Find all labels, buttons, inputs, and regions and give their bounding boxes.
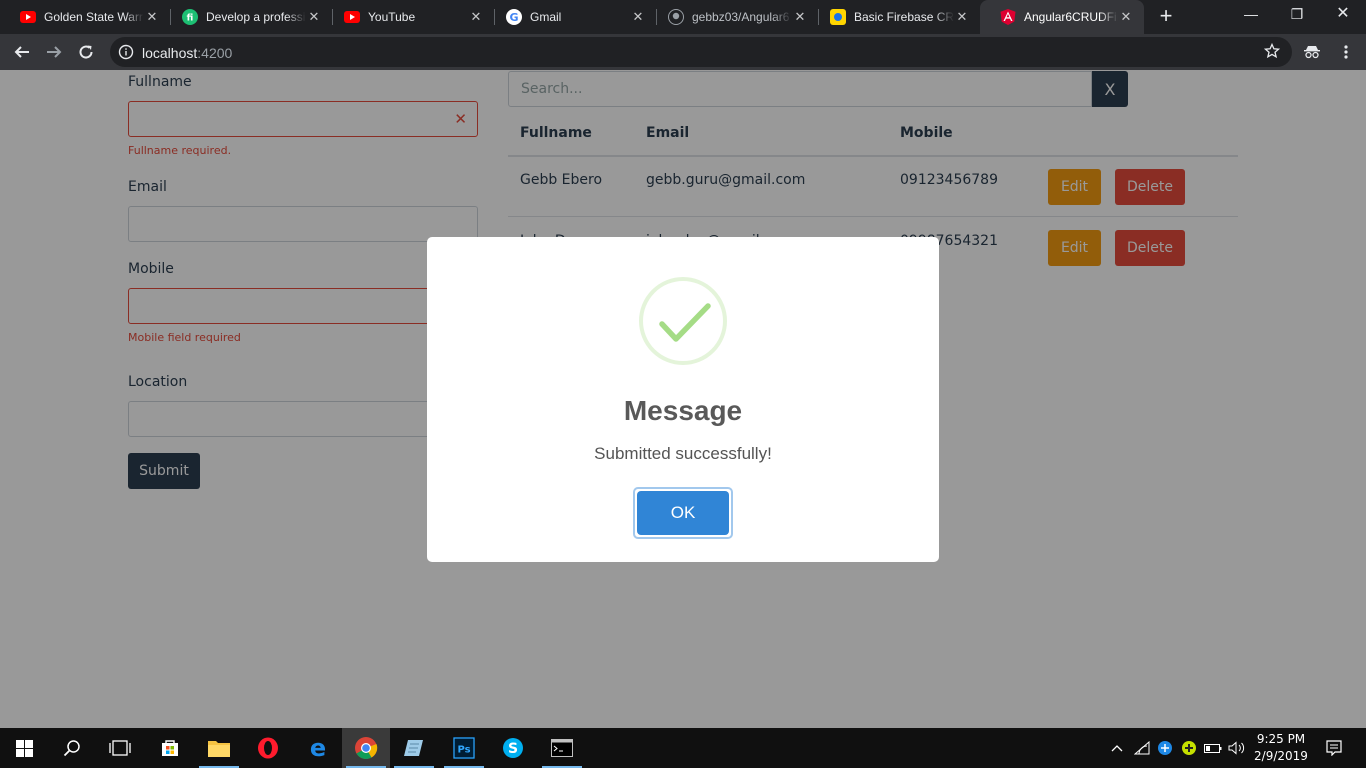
- minimize-icon[interactable]: —: [1228, 0, 1274, 30]
- clock-date: 2/9/2019: [1254, 749, 1308, 763]
- url-text: localhost:4200: [142, 45, 232, 61]
- youtube-icon: [20, 9, 36, 25]
- tab-title: Angular6CRUDFirebase: [1024, 10, 1118, 24]
- browser-toolbar: localhost:4200: [0, 34, 1366, 70]
- windows-taskbar: e Ps S 9:25 PM 2/9/2019: [0, 728, 1366, 768]
- success-check-icon: [639, 277, 727, 365]
- fiverr-icon: fi: [182, 9, 198, 25]
- tab-gmail[interactable]: G Gmail ✕: [486, 0, 656, 34]
- restore-icon[interactable]: ❐: [1274, 0, 1320, 30]
- svg-text:Ps: Ps: [457, 745, 470, 756]
- ok-button[interactable]: OK: [633, 487, 733, 539]
- window-close-icon[interactable]: ✕: [1320, 0, 1366, 30]
- address-bar[interactable]: localhost:4200: [110, 37, 1292, 67]
- success-dialog: Message Submitted successfully! OK: [427, 237, 939, 562]
- network-icon[interactable]: [1132, 728, 1152, 768]
- dialog-title: Message: [623, 395, 743, 426]
- tab-angular-active[interactable]: Angular6CRUDFirebase ✕: [980, 0, 1144, 34]
- tab-title: gebbz03/Angular6: [692, 10, 790, 24]
- file-explorer-icon[interactable]: [195, 728, 243, 768]
- notifications-icon[interactable]: [1322, 728, 1346, 768]
- skype-icon[interactable]: S: [489, 728, 537, 768]
- back-icon[interactable]: [8, 38, 36, 66]
- svg-text:e: e: [310, 737, 326, 759]
- new-tab-button[interactable]: +: [1154, 4, 1178, 28]
- tab-title: Basic Firebase CRUD: [854, 10, 954, 24]
- edge-icon[interactable]: e: [294, 728, 342, 768]
- battery-icon[interactable]: [1203, 728, 1223, 768]
- close-icon[interactable]: ✕: [468, 9, 484, 25]
- bookmark-star-icon[interactable]: [1263, 42, 1281, 64]
- opera-icon[interactable]: [244, 728, 292, 768]
- firebase-icon: [830, 9, 846, 25]
- photoshop-icon[interactable]: Ps: [440, 728, 488, 768]
- youtube-icon: [344, 9, 360, 25]
- svg-text:G: G: [509, 11, 518, 24]
- github-icon: [668, 9, 684, 25]
- volume-icon[interactable]: [1227, 728, 1247, 768]
- close-icon[interactable]: ✕: [306, 9, 322, 25]
- url-port: :4200: [197, 45, 233, 61]
- info-icon[interactable]: [118, 44, 134, 60]
- close-icon[interactable]: ✕: [144, 9, 160, 25]
- dialog-message: Submitted successfully!: [594, 444, 772, 463]
- status-tray-icon[interactable]: [1179, 728, 1199, 768]
- tab-github[interactable]: gebbz03/Angular6 ✕: [648, 0, 818, 34]
- task-view-icon[interactable]: [96, 728, 144, 768]
- tab-firebase[interactable]: Basic Firebase CRUD ✕: [810, 0, 980, 34]
- terminal-icon[interactable]: [538, 728, 586, 768]
- tab-youtube[interactable]: YouTube ✕: [324, 0, 494, 34]
- tab-develop[interactable]: fi Develop a professional ✕: [162, 0, 332, 34]
- tab-golden-state[interactable]: Golden State Warriors ✕: [0, 0, 170, 34]
- tab-title: Golden State Warriors: [44, 10, 144, 24]
- clock[interactable]: 9:25 PM 2/9/2019: [1250, 731, 1312, 765]
- tab-title: Gmail: [530, 10, 562, 24]
- close-icon[interactable]: ✕: [792, 9, 808, 25]
- close-icon[interactable]: ✕: [954, 9, 970, 25]
- windows-start-icon[interactable]: [0, 728, 48, 768]
- store-icon[interactable]: [146, 728, 194, 768]
- clock-time: 9:25 PM: [1256, 732, 1306, 746]
- url-host: localhost: [142, 45, 198, 61]
- more-menu-icon[interactable]: [1332, 38, 1360, 66]
- ok-button-label: OK: [637, 491, 729, 535]
- close-icon[interactable]: ✕: [630, 9, 646, 25]
- vpn-shield-icon[interactable]: [1155, 728, 1175, 768]
- close-icon[interactable]: ✕: [1118, 9, 1134, 25]
- notes-app-icon[interactable]: [390, 728, 438, 768]
- incognito-icon[interactable]: [1298, 38, 1326, 66]
- chevron-up-icon[interactable]: [1108, 728, 1126, 768]
- google-icon: G: [506, 9, 522, 25]
- chrome-icon[interactable]: [342, 728, 390, 768]
- svg-text:fi: fi: [187, 14, 194, 24]
- tab-title: YouTube: [368, 10, 416, 24]
- angular-icon: [1000, 9, 1016, 25]
- browser-tab-strip: Golden State Warriors ✕ fi Develop a pro…: [0, 0, 1366, 34]
- forward-icon[interactable]: [40, 38, 68, 66]
- reload-icon[interactable]: [72, 38, 100, 66]
- svg-text:S: S: [508, 741, 518, 757]
- search-icon[interactable]: [48, 728, 96, 768]
- tab-title: Develop a professional: [206, 10, 306, 24]
